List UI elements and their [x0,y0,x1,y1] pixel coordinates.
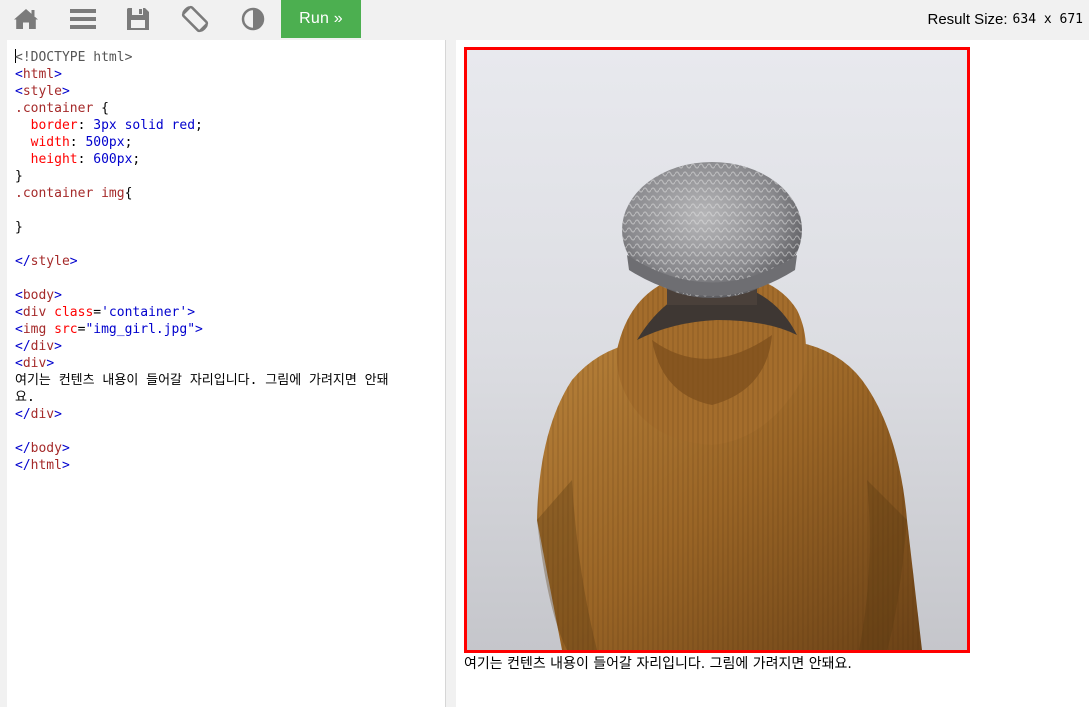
content-text: 여기는 컨텐츠 내용이 들어갈 자리입니다. 그림에 가려지면 안돼요. [464,656,852,672]
save-icon [126,7,150,31]
menu-button[interactable] [63,0,103,38]
code-line: width: 500px; [30,135,133,150]
code-line: border: 3px solid red; [30,118,203,133]
code-line: .container img{ [15,186,133,201]
result-panel: 여기는 컨텐츠 내용이 들어갈 자리입니다. 그림에 가려지면 안돼요. [456,40,1089,707]
code-line: <!DOCTYPE html> [15,49,133,65]
workspace: <!DOCTYPE html> <html> <style> .container {… [0,38,1089,707]
result-size: Result Size: 634 x 671 [928,0,1084,38]
code-line: <style> [15,84,70,99]
code-editor[interactable]: <!DOCTYPE html> <html> <style> .container {… [7,40,446,707]
code-line: ​ [15,202,389,219]
code-line: <div class='container'> [15,305,196,320]
run-button[interactable]: Run » [281,0,361,38]
code-line: <div> [15,356,55,371]
home-icon [13,7,39,31]
code-line: } [15,169,23,184]
home-button[interactable] [6,0,46,38]
code-line: </div> [15,339,62,354]
image-container [464,47,970,653]
code-line: .container { [15,101,109,116]
code-line: </div> [15,407,62,422]
result-size-value: 634 x 671 [1012,11,1083,27]
code-content[interactable]: <!DOCTYPE html> <html> <style> .container {… [15,49,389,474]
code-line: </body> [15,441,70,456]
rotate-icon [180,4,210,34]
save-button[interactable] [118,0,158,38]
photo-person-in-beanie [467,50,967,650]
rotate-button[interactable] [175,0,215,38]
code-line: <img src="img_girl.jpg"> [15,322,203,337]
code-line: } [15,220,23,235]
contrast-icon [241,7,265,31]
toolbar: Run » Result Size: 634 x 671 [0,0,1089,38]
result-size-label: Result Size: [927,10,1008,28]
code-line: ​ [15,236,389,253]
code-line: </html> [15,458,70,473]
code-line: height: 600px; [30,152,141,167]
contrast-button[interactable] [233,0,273,38]
code-line: <html> [15,67,62,82]
code-line: 요. [15,390,35,405]
code-line: 여기는 컨텐츠 내용이 들어갈 자리입니다. 그림에 가려지면 안돼 [15,373,389,388]
code-line: </style> [15,254,78,269]
code-line: <body> [15,288,62,303]
menu-icon [70,8,96,30]
